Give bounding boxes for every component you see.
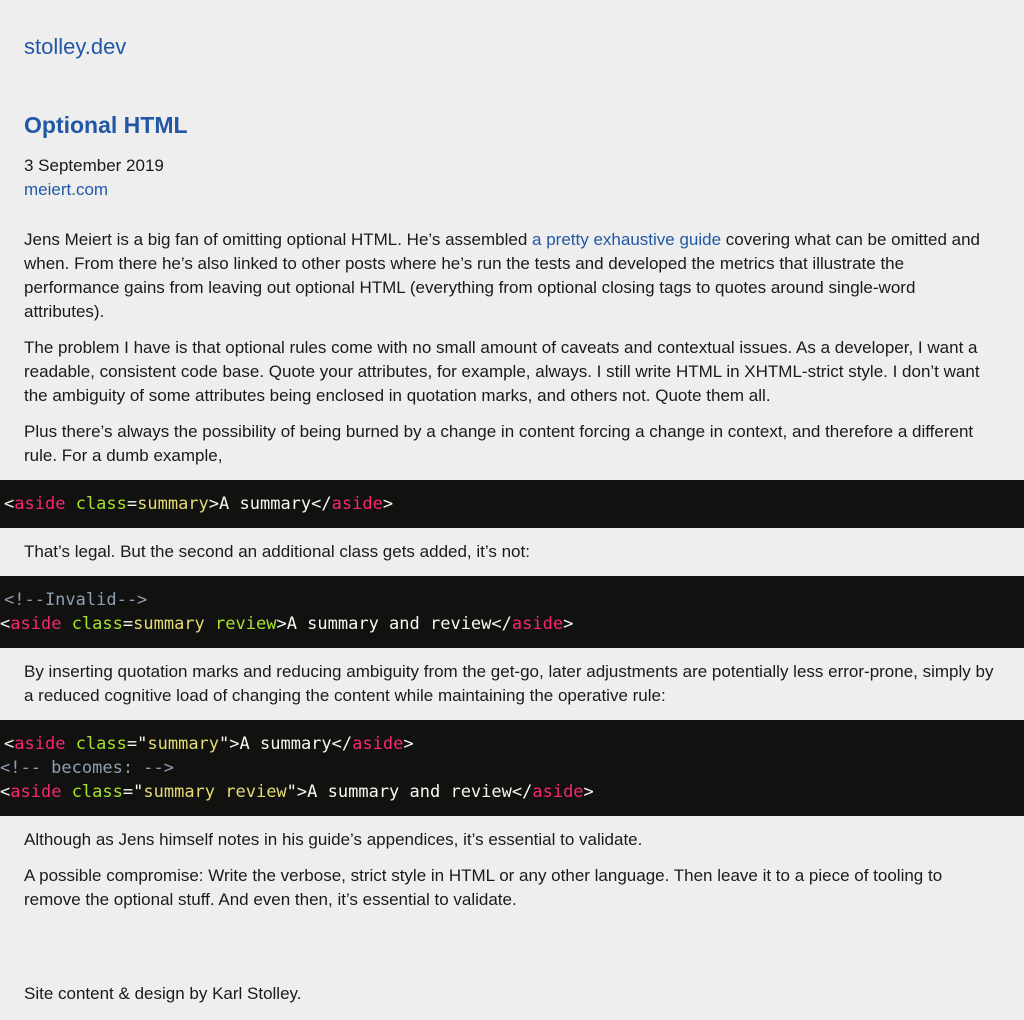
code-line: <aside class=summary>A summary</aside> bbox=[4, 494, 394, 514]
code-comment: <!--Invalid--> bbox=[4, 590, 148, 610]
paragraph-quotation: By inserting quotation marks and reducin… bbox=[24, 662, 994, 705]
code-block-3: <aside class="summary">A summary</aside>… bbox=[0, 720, 1024, 816]
post-date: 3 September 2019 bbox=[24, 156, 164, 175]
code-line: <aside class="summary review">A summary … bbox=[0, 782, 594, 802]
paragraph-context: Plus there’s always the possibility of b… bbox=[24, 422, 974, 465]
paragraph-intro: Jens Meiert is a big fan of omitting opt… bbox=[24, 228, 1000, 324]
paragraph-compromise: A possible compromise: Write the verbose… bbox=[24, 866, 943, 909]
code-block-2: <!--Invalid--> <aside class=summary revie… bbox=[0, 576, 1024, 648]
code-block-1: <aside class=summary>A summary</aside> bbox=[0, 480, 1024, 528]
footer-credit: Site content & design by Karl Stolley. bbox=[24, 984, 302, 1003]
code-line: <aside class="summary">A summary</aside> bbox=[4, 734, 414, 754]
paragraph-intro-text: Jens Meiert is a big fan of omitting opt… bbox=[24, 230, 533, 249]
site-name-link[interactable]: stolley.dev bbox=[24, 34, 126, 60]
guide-link[interactable]: a pretty exhaustive guide bbox=[532, 230, 721, 249]
paragraph-problem: The problem I have is that optional rule… bbox=[24, 338, 980, 405]
code-comment: <!-- becomes: --> bbox=[0, 758, 174, 778]
paragraph-validate: Although as Jens himself notes in his gu… bbox=[24, 830, 643, 849]
source-link[interactable]: meiert.com bbox=[24, 180, 108, 200]
paragraph-legal: That’s legal. But the second an addition… bbox=[24, 542, 530, 561]
code-line: <aside class=summary review>A summary an… bbox=[0, 614, 574, 634]
post-title: Optional HTML bbox=[24, 112, 188, 138]
